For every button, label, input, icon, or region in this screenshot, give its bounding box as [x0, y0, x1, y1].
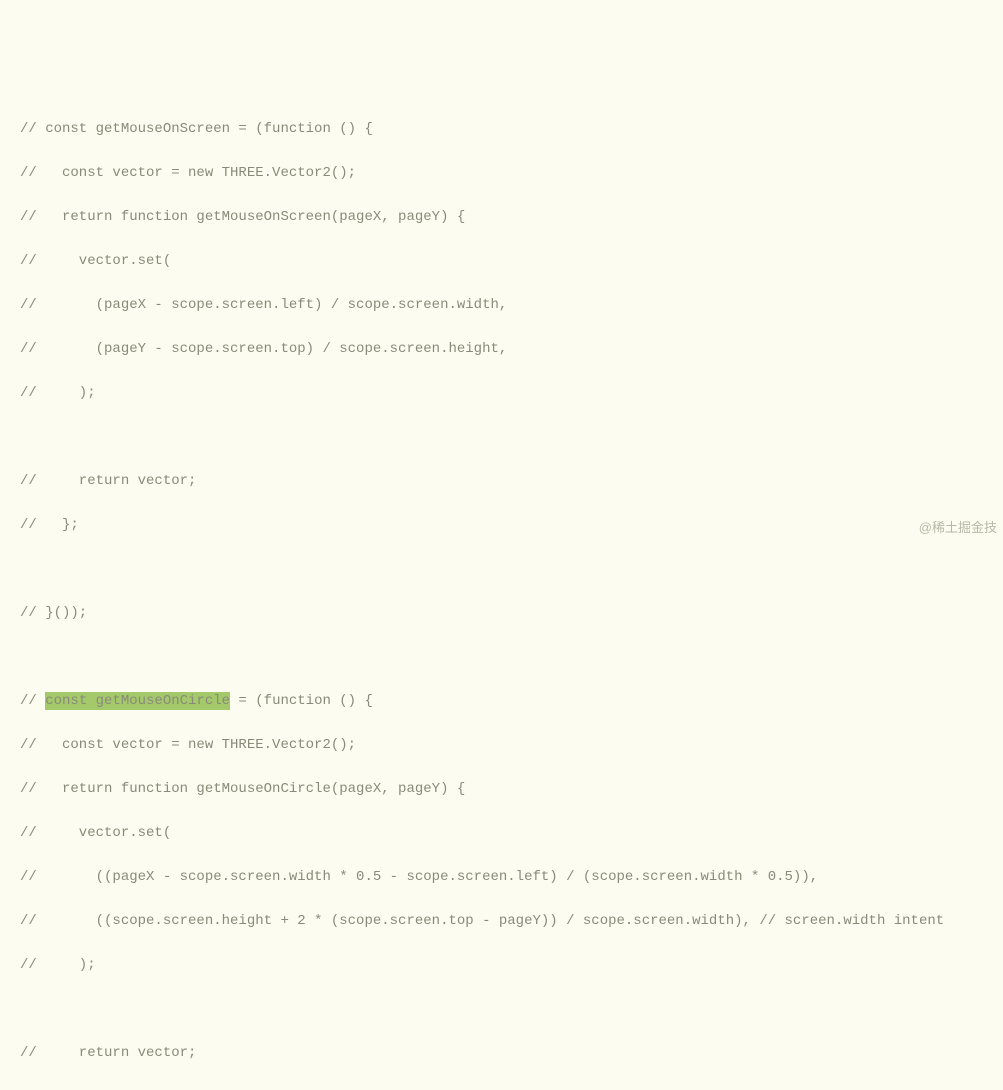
- code-line: // const getMouseOnScreen = (function ()…: [20, 118, 1003, 140]
- code-line: // return function getMouseOnScreen(page…: [20, 206, 1003, 228]
- watermark-text: @稀土掘金技: [919, 517, 997, 539]
- code-text: //: [20, 693, 45, 709]
- code-line: // ((pageX - scope.screen.width * 0.5 - …: [20, 866, 1003, 888]
- code-line: // (pageY - scope.screen.top) / scope.sc…: [20, 338, 1003, 360]
- code-line: // );: [20, 382, 1003, 404]
- code-line: // vector.set(: [20, 250, 1003, 272]
- code-line: [20, 558, 1003, 580]
- highlight-selection: const getMouseOnCircle: [45, 692, 230, 710]
- code-line: // };: [20, 1086, 1003, 1090]
- code-line: // const vector = new THREE.Vector2();: [20, 734, 1003, 756]
- code-line: // return vector;: [20, 1042, 1003, 1064]
- code-line-highlighted: // const getMouseOnCircle = (function ()…: [20, 690, 1003, 712]
- code-line: // const vector = new THREE.Vector2();: [20, 162, 1003, 184]
- code-text: = (function () {: [230, 693, 373, 709]
- code-line: [20, 998, 1003, 1020]
- code-line: // (pageX - scope.screen.left) / scope.s…: [20, 294, 1003, 316]
- code-line: [20, 426, 1003, 448]
- code-block: // const getMouseOnScreen = (function ()…: [20, 96, 1003, 1090]
- code-line: // );: [20, 954, 1003, 976]
- code-line: // return vector;: [20, 470, 1003, 492]
- code-line: // }());: [20, 602, 1003, 624]
- code-line: // };: [20, 514, 1003, 536]
- code-line: // return function getMouseOnCircle(page…: [20, 778, 1003, 800]
- code-line: // vector.set(: [20, 822, 1003, 844]
- code-line: // ((scope.screen.height + 2 * (scope.sc…: [20, 910, 1003, 932]
- code-line: [20, 646, 1003, 668]
